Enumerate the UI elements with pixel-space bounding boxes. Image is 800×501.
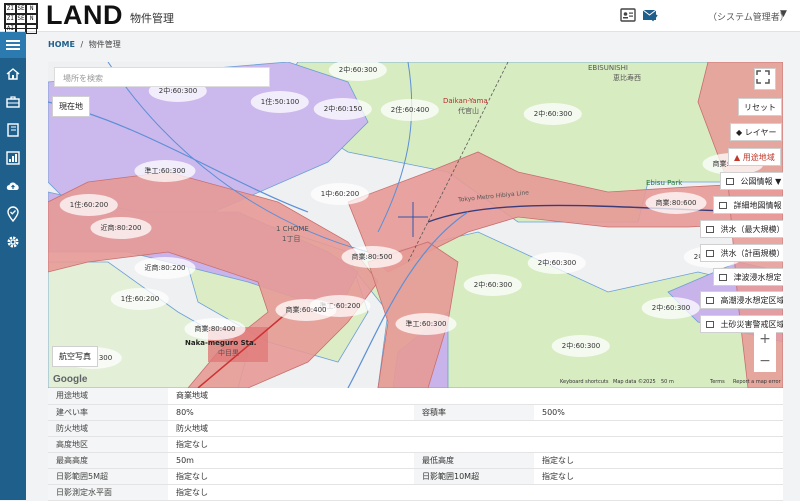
zoning-toggle[interactable]: ▲ 用途地域 — [728, 148, 781, 166]
current-location-button[interactable]: 現在地 — [52, 96, 90, 117]
flood-icon — [706, 226, 714, 233]
mail-check-icon[interactable] — [642, 8, 658, 22]
breadcrumb: HOME / 物件管理 — [48, 39, 121, 50]
zone-label: 2中:60:300 — [463, 274, 523, 296]
station-name: Naka-meguro Sta. — [185, 339, 257, 347]
terms-link[interactable]: Terms — [710, 379, 725, 385]
storm-surge-toggle[interactable]: 高潮浸水想定区域 — [700, 291, 783, 309]
zone-label: 1住:60:200 — [110, 288, 170, 310]
app-title: 物件管理 — [130, 12, 174, 25]
zoning-map[interactable]: 2中:60:300 1住:50:100 2中:60:150 2住:60:400 … — [48, 62, 783, 388]
area-name: 代官山 — [458, 107, 479, 115]
table-row: 用途地域 商業地域 — [48, 388, 783, 405]
table-row: 日影範囲5M超 指定なし 日影範囲10M超 指定なし — [48, 468, 783, 485]
property-house-icon[interactable] — [5, 66, 21, 82]
area-name: 恵比寿西 — [613, 74, 641, 82]
map-search-input[interactable]: 場所を検索 — [54, 67, 270, 87]
logo-word: LAND — [46, 0, 123, 30]
google-logo: Google — [53, 374, 88, 385]
scale-text[interactable]: 50 m — [661, 379, 674, 385]
zoning-info-panel: 用途地域 商業地域 建ぺい率 80% 容積率 500% 防火地域 防火地域 高度… — [48, 388, 783, 501]
zoom-out-button[interactable]: − — [754, 350, 776, 372]
briefcase-icon[interactable] — [5, 94, 21, 110]
flood-icon — [706, 250, 714, 257]
breadcrumb-current: 物件管理 — [88, 40, 121, 49]
table-row: 高度地区 指定なし — [48, 436, 783, 453]
zone-label: 2中:60:300 — [641, 297, 701, 319]
chart-icon[interactable] — [5, 150, 21, 166]
zone-label: 準工:60:300 — [134, 160, 196, 182]
area-name: 1丁目 — [282, 235, 301, 243]
zone-label: 商業:80:600 — [645, 192, 707, 214]
keyboard-shortcuts-link[interactable]: Keyboard shortcuts — [560, 379, 608, 385]
report-error-link[interactable]: Report a map error — [733, 379, 781, 385]
zone-label: 近商:80:200 — [134, 257, 196, 279]
grid-icon — [726, 178, 734, 185]
flood-max-toggle[interactable]: 洪水（最大規模） — [700, 220, 783, 238]
id-card-icon[interactable] — [620, 8, 636, 22]
public-map-info-dropdown[interactable]: 公図情報 ▼ — [720, 172, 783, 190]
zone-label: 商業:80:500 — [341, 246, 403, 268]
zone-label: 準工:60:300 — [395, 313, 457, 335]
zone-label: 近商:80:200 — [90, 217, 152, 239]
zoning-info-table: 用途地域 商業地域 建ぺい率 80% 容積率 500% 防火地域 防火地域 高度… — [48, 388, 783, 501]
fullscreen-icon — [756, 70, 770, 84]
zone-label: 1住:60:200 — [59, 194, 119, 216]
wave-icon — [706, 297, 714, 304]
zoom-in-button[interactable]: + — [754, 328, 776, 350]
breadcrumb-home[interactable]: HOME — [48, 40, 75, 49]
tsunami-toggle[interactable]: 津波浸水想定 — [713, 268, 783, 286]
zone-label: 商業:80:400 — [184, 318, 246, 340]
zone-label: 商業:60:400 — [275, 299, 337, 321]
gear-icon[interactable] — [5, 234, 21, 250]
area-name: EBISUNISHI — [588, 64, 628, 72]
zone-label: 2中:60:300 — [523, 103, 583, 125]
map-pin-check-icon[interactable] — [5, 206, 21, 222]
menu-icon[interactable] — [0, 32, 26, 58]
house-icon: ▲ — [734, 153, 741, 162]
zone-label: 2中:60:300 — [551, 335, 611, 357]
breadcrumb-separator: / — [80, 40, 84, 49]
area-name: Ebisu Park — [646, 179, 683, 187]
zone-label: 1住:50:100 — [250, 91, 310, 113]
table-row: 建ぺい率 80% 容積率 500% — [48, 404, 783, 421]
area-name: Daikan-Yama — [443, 97, 488, 105]
table-row: 最高高度 50m 最低高度 指定なし — [48, 452, 783, 469]
detail-map-info-toggle[interactable]: 詳細地図情報 — [713, 196, 783, 214]
zone-label: 2中:60:300 — [527, 252, 587, 274]
wave-icon — [719, 274, 727, 281]
layers-icon: ◆ — [736, 128, 743, 137]
zone-label: 2中:60:150 — [313, 98, 373, 120]
fullscreen-button[interactable] — [754, 68, 776, 90]
map-data-text: Map data ©2025 — [613, 379, 656, 385]
sidebar — [0, 32, 26, 500]
area-name: 1 CHOME — [276, 225, 309, 233]
top-bar: ZI SE N ZI SE N AI LAND 物件管理 （システム管理者） ▼ — [0, 0, 800, 34]
user-name[interactable]: （システム管理者） — [708, 10, 789, 23]
cloud-upload-icon[interactable] — [5, 178, 21, 194]
layer-button[interactable]: ◆ レイヤー — [730, 123, 783, 141]
zone-label: 1中:60:200 — [310, 183, 370, 205]
flood-plan-toggle[interactable]: 洪水（計画規模） — [700, 244, 783, 262]
zoom-control: + − — [754, 328, 776, 372]
book-icon[interactable] — [5, 122, 21, 138]
chevron-down-icon[interactable]: ▼ — [780, 9, 787, 19]
table-row: 日影測定水平面 指定なし — [48, 484, 783, 501]
logo-mark: ZI SE N ZI SE N AI — [4, 3, 38, 34]
zone-label: 2住:60:400 — [380, 99, 440, 121]
mountain-icon — [706, 321, 714, 328]
area-name: 中目黒 — [218, 349, 239, 357]
reset-button[interactable]: リセット — [738, 98, 782, 116]
table-row: 防火地域 防火地域 — [48, 420, 783, 437]
aerial-photo-button[interactable]: 航空写真 — [52, 346, 98, 367]
grid-icon — [719, 202, 727, 209]
